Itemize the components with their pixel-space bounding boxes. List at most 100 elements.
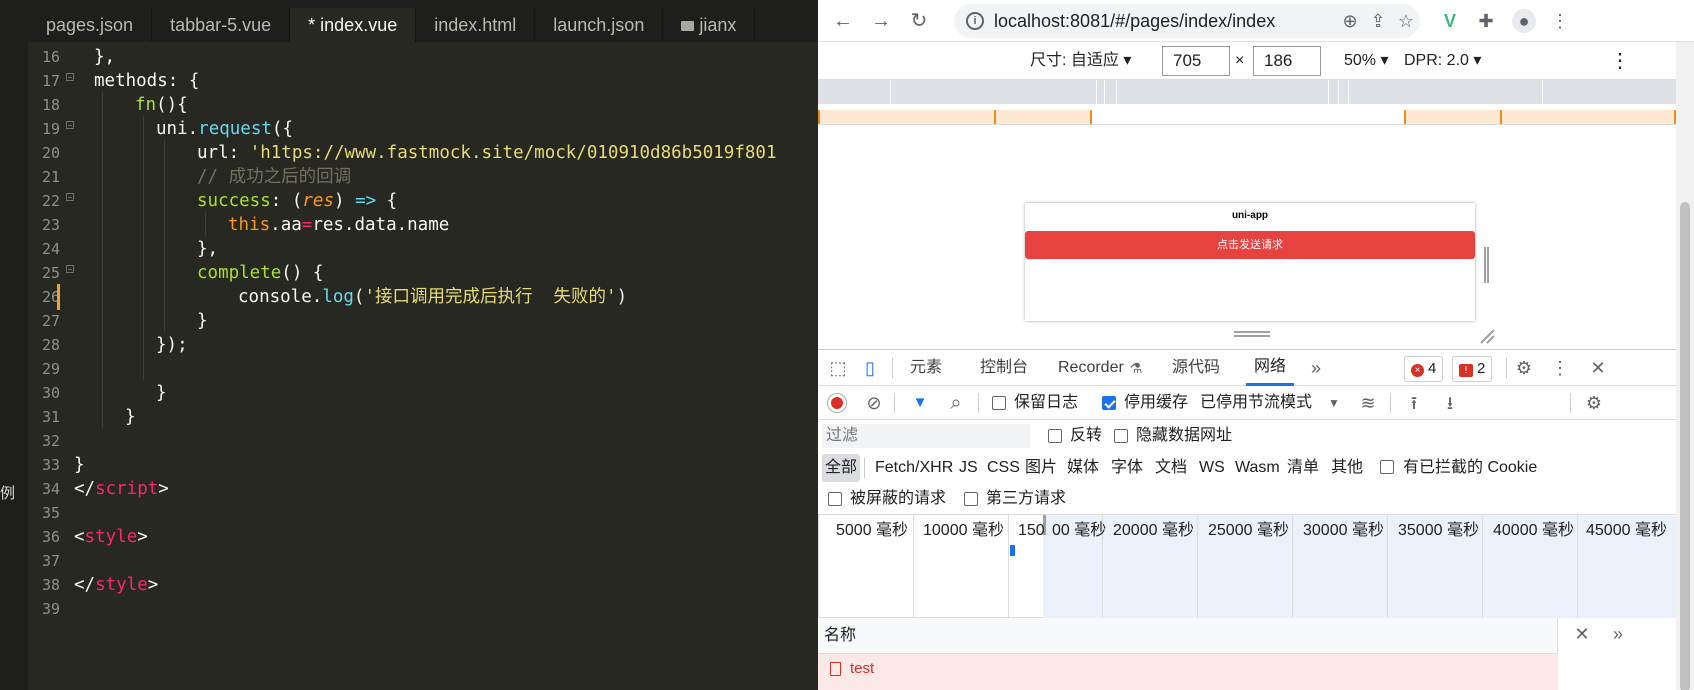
- blocked-requests-label: 被屏蔽的请求: [850, 490, 947, 507]
- device-toolbar: 尺寸: 自适应 ▾ × 50% ▾ DPR: 2.0 ▾ ⋮: [818, 42, 1694, 80]
- dimension-times: ×: [1235, 52, 1245, 69]
- more-tabs-icon[interactable]: »: [1304, 356, 1328, 380]
- timeline-label: 10000 毫秒: [923, 522, 1004, 539]
- type-wasm[interactable]: Wasm: [1232, 454, 1283, 482]
- scrollbar-thumb[interactable]: [1680, 202, 1690, 690]
- devtools-kebab-icon[interactable]: ⋮: [1548, 356, 1572, 380]
- tab-elements[interactable]: 元素: [910, 350, 942, 386]
- preserve-log-checkbox[interactable]: [992, 396, 1006, 410]
- blocked-requests-checkbox[interactable]: [828, 492, 842, 506]
- error-count-badge[interactable]: × 4: [1404, 356, 1444, 382]
- type-documents[interactable]: 文档: [1152, 454, 1190, 482]
- type-other[interactable]: 其他: [1328, 454, 1366, 482]
- share-icon[interactable]: ⇪: [1366, 9, 1390, 33]
- fold-toggle-icon[interactable]: [66, 121, 74, 129]
- type-images[interactable]: 图片: [1022, 454, 1060, 482]
- resize-handle-right[interactable]: [1484, 247, 1489, 283]
- inspect-element-icon[interactable]: ⬚: [826, 356, 850, 380]
- tab-jianx[interactable]: jianx: [663, 8, 756, 42]
- timeline-label: 45000 毫秒: [1586, 522, 1667, 539]
- viewport-height-input[interactable]: [1253, 46, 1321, 76]
- type-js[interactable]: JS: [956, 454, 981, 482]
- type-ws[interactable]: WS: [1196, 454, 1228, 482]
- vue-devtools-icon[interactable]: V: [1438, 9, 1462, 33]
- tab-index-html[interactable]: index.html: [416, 8, 536, 42]
- devtools-settings-icon[interactable]: ⚙: [1512, 356, 1536, 380]
- details-more-icon[interactable]: »: [1606, 622, 1630, 646]
- resize-handle-bottom[interactable]: [1234, 331, 1270, 337]
- devtools-close-icon[interactable]: ✕: [1586, 356, 1610, 380]
- invert-label: 反转: [1070, 427, 1103, 444]
- fold-toggle-icon[interactable]: [66, 193, 74, 201]
- type-manifest[interactable]: 清单: [1284, 454, 1322, 482]
- network-conditions-icon[interactable]: ≋: [1356, 391, 1380, 415]
- invert-checkbox[interactable]: [1048, 429, 1062, 443]
- device-more-icon[interactable]: ⋮: [1610, 42, 1630, 80]
- tab-network[interactable]: 网络: [1246, 350, 1295, 386]
- tab-sources[interactable]: 源代码: [1172, 350, 1220, 386]
- ruler-mark: [1090, 110, 1092, 124]
- resize-corner-icon[interactable]: [1478, 327, 1496, 345]
- url-text[interactable]: localhost:8081/#/pages/index/index: [994, 4, 1275, 38]
- tab-index-vue[interactable]: * index.vue: [290, 8, 417, 42]
- zoom-dropdown[interactable]: 50% ▾: [1344, 42, 1389, 80]
- tab-launch-json[interactable]: launch.json: [535, 8, 664, 42]
- type-fonts[interactable]: 字体: [1108, 454, 1146, 482]
- tab-recorder[interactable]: Recorder: [1058, 350, 1124, 386]
- fold-toggle-icon[interactable]: [66, 265, 74, 273]
- device-size-dropdown[interactable]: 尺寸: 自适应 ▾: [1030, 42, 1131, 80]
- code-token: =>: [355, 191, 377, 211]
- throttle-dropdown[interactable]: 已停用节流模式: [1200, 386, 1312, 420]
- send-request-button[interactable]: 点击发送请求: [1025, 231, 1475, 259]
- name-column-header[interactable]: 名称: [818, 618, 1558, 654]
- zoom-icon[interactable]: ⊕: [1338, 9, 1362, 33]
- clear-icon[interactable]: ⊘: [862, 391, 886, 415]
- viewport-width-input[interactable]: [1162, 46, 1230, 76]
- type-media[interactable]: 媒体: [1064, 454, 1102, 482]
- throttle-arrow-icon[interactable]: ▼: [1328, 386, 1340, 420]
- third-party-checkbox[interactable]: [964, 492, 978, 506]
- browser-menu-icon[interactable]: ⋮: [1548, 9, 1572, 33]
- site-info-icon[interactable]: i: [966, 12, 984, 30]
- filter-funnel-icon[interactable]: ▼: [908, 391, 932, 415]
- fold-toggle-icon[interactable]: [66, 73, 74, 81]
- record-button-icon[interactable]: [828, 394, 846, 412]
- disable-cache-checkbox[interactable]: [1102, 396, 1116, 410]
- code-token: url:: [197, 143, 250, 163]
- code-token: methods: {: [94, 71, 200, 91]
- dpr-dropdown[interactable]: DPR: 2.0 ▾: [1404, 42, 1481, 80]
- tab-tabbar-5-vue[interactable]: tabbar-5.vue: [152, 8, 291, 42]
- type-all[interactable]: 全部: [822, 454, 861, 482]
- folder-icon: [681, 21, 695, 31]
- code-token: (: [353, 287, 365, 307]
- filter-input[interactable]: [822, 424, 1030, 448]
- timeline-label: 00 毫秒: [1052, 522, 1107, 539]
- network-settings-icon[interactable]: ⚙: [1582, 391, 1606, 415]
- tab-console[interactable]: 控制台: [980, 350, 1028, 386]
- table-row[interactable]: test: [818, 654, 1558, 690]
- type-fetch-xhr[interactable]: Fetch/XHR: [872, 454, 956, 482]
- hide-data-urls-checkbox[interactable]: [1114, 429, 1128, 443]
- tab-pages-json[interactable]: pages.json: [28, 8, 153, 42]
- line-number: 32: [41, 432, 60, 450]
- export-har-icon[interactable]: ⭳: [1438, 391, 1462, 415]
- back-arrow-icon[interactable]: ←: [830, 8, 856, 34]
- details-close-icon[interactable]: ✕: [1570, 622, 1594, 646]
- search-icon[interactable]: ⌕: [944, 391, 968, 415]
- warning-count-badge[interactable]: ! 2: [1452, 356, 1493, 382]
- code-area[interactable]: }, methods: { fn(){ uni.request({ url: '…: [74, 44, 818, 690]
- reload-icon[interactable]: ↻: [906, 8, 932, 34]
- bookmark-star-icon[interactable]: ☆: [1394, 9, 1418, 33]
- type-css[interactable]: CSS: [984, 454, 1023, 482]
- extensions-puzzle-icon[interactable]: ✚: [1474, 9, 1498, 33]
- code-token: ): [616, 287, 628, 307]
- forward-arrow-icon[interactable]: →: [868, 8, 894, 34]
- blocked-cookies-checkbox[interactable]: [1380, 460, 1394, 474]
- page-scrollbar[interactable]: [1676, 42, 1694, 690]
- code-editor[interactable]: 例 pages.json tabbar-5.vue * index.vue in…: [0, 0, 818, 690]
- import-har-icon[interactable]: ⭱: [1402, 391, 1426, 415]
- network-overview-timeline[interactable]: 5000 毫秒 10000 毫秒 150 00 毫秒 20000 毫秒 2500…: [818, 514, 1676, 619]
- omnibox[interactable]: i localhost:8081/#/pages/index/index ⊕ ⇪…: [954, 4, 1420, 38]
- profile-avatar-icon[interactable]: ●: [1512, 9, 1536, 33]
- device-toolbar-icon[interactable]: ▯: [858, 356, 882, 380]
